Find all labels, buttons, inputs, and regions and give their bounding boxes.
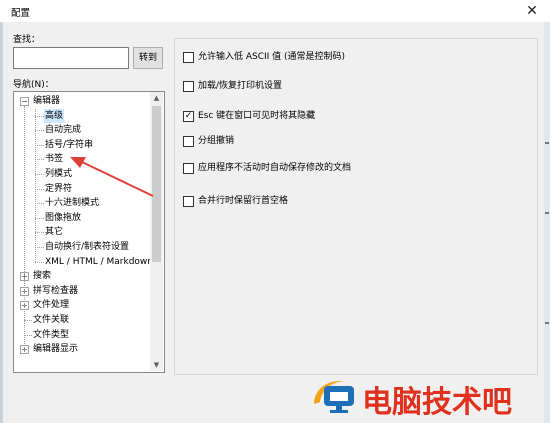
config-dialog: 配置 ✕ 查找： 转到 导航(N)： 编辑器 − 高级 自动完成 括号/字符串 书签 列模式… <box>0 0 550 423</box>
watermark-small-text: f <box>494 390 497 399</box>
annotation-arrow <box>70 157 154 197</box>
watermark: 电脑技术吧 f <box>308 374 548 420</box>
watermark-logo-icon <box>314 381 354 413</box>
watermark-text: 电脑技术吧 <box>362 385 512 420</box>
